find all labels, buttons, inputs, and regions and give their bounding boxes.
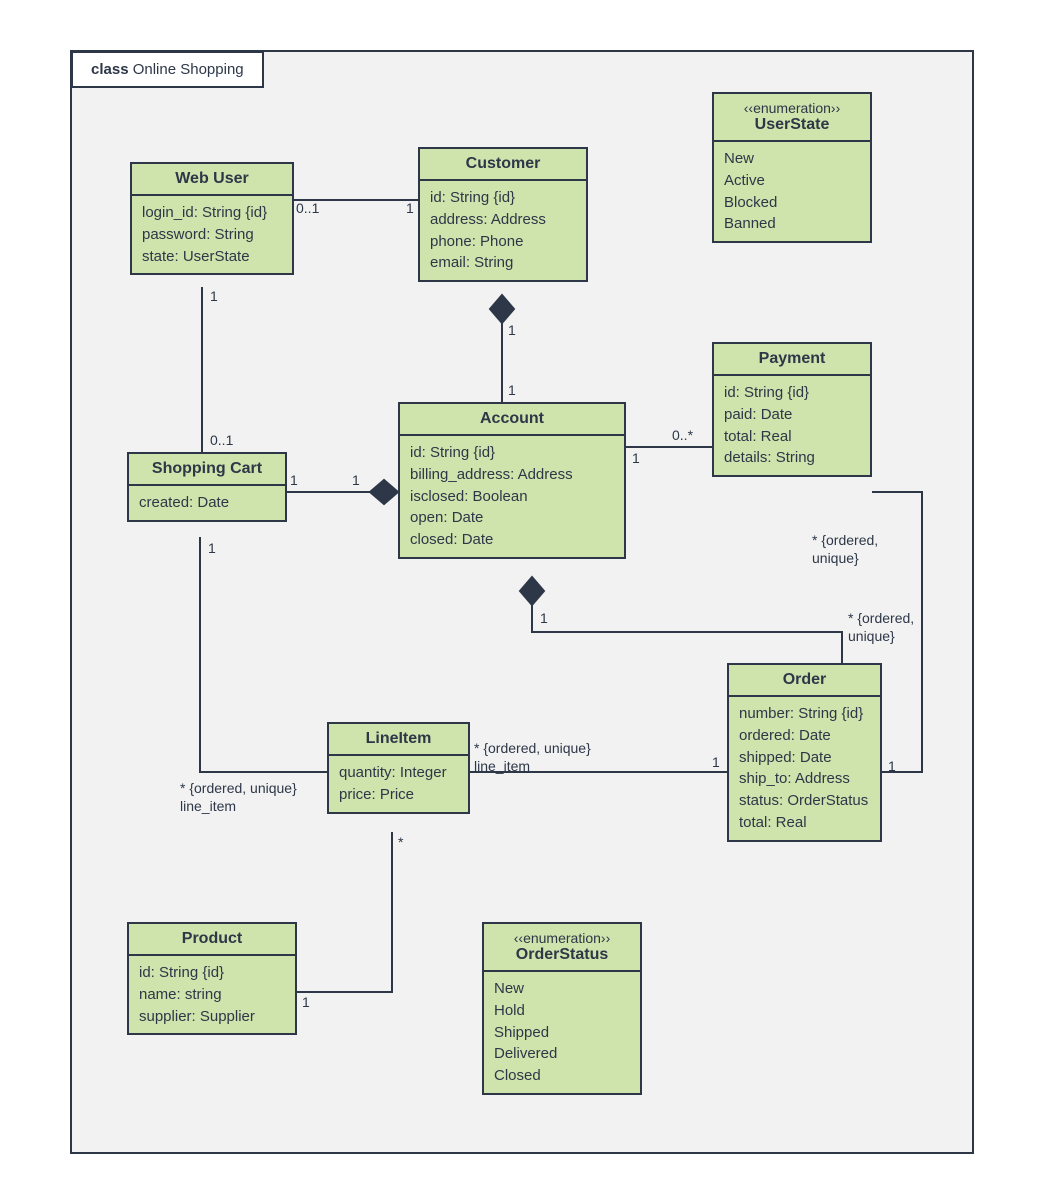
label: 1 xyxy=(540,610,548,628)
class-name: Account xyxy=(480,410,544,427)
class-attrs: login_id: String {id}password: Stringsta… xyxy=(132,196,292,273)
label: * {ordered, unique} line_item xyxy=(474,740,591,775)
class-name: Web User xyxy=(175,170,249,187)
label: 1 xyxy=(210,288,218,306)
class-order: Order number: String {id}ordered: Datesh… xyxy=(727,663,882,842)
class-name: OrderStatus xyxy=(516,946,608,963)
class-userstate: ‹‹enumeration›› UserState NewActiveBlock… xyxy=(712,92,872,243)
label: 0..1 xyxy=(210,432,233,450)
label: 0..* xyxy=(672,427,693,445)
label: * {ordered, unique} line_item xyxy=(180,780,297,815)
class-name: UserState xyxy=(755,116,830,133)
class-name: Order xyxy=(783,671,827,688)
class-attrs: number: String {id}ordered: Dateshipped:… xyxy=(729,697,880,840)
class-attrs: id: String {id}paid: Datetotal: Realdeta… xyxy=(714,376,870,475)
class-attrs: id: String {id}name: stringsupplier: Sup… xyxy=(129,956,295,1033)
frame-title: class Online Shopping xyxy=(71,51,264,88)
label: 1 xyxy=(508,322,516,340)
label: 1 xyxy=(632,450,640,468)
class-attrs: quantity: Integerprice: Price xyxy=(329,756,468,812)
class-lineitem: LineItem quantity: Integerprice: Price xyxy=(327,722,470,814)
label: * {ordered, unique} xyxy=(848,610,914,645)
class-name: LineItem xyxy=(366,730,432,747)
label: 1 xyxy=(352,472,360,490)
label: 1 xyxy=(508,382,516,400)
class-orderstatus: ‹‹enumeration›› OrderStatus NewHoldShipp… xyxy=(482,922,642,1095)
class-attrs: NewHoldShippedDeliveredClosed xyxy=(484,972,640,1093)
label: * {ordered, unique} xyxy=(812,532,878,567)
label: 1 xyxy=(888,758,896,776)
class-name: Shopping Cart xyxy=(152,460,262,477)
class-webuser: Web User login_id: String {id}password: … xyxy=(130,162,294,275)
class-name: Customer xyxy=(466,155,541,172)
class-stereotype: ‹‹enumeration›› xyxy=(724,100,860,116)
label: 0..1 xyxy=(296,200,319,218)
label: 1 xyxy=(712,754,720,772)
diagram-frame: class Online Shopping xyxy=(70,50,974,1154)
class-attrs: NewActiveBlockedBanned xyxy=(714,142,870,241)
class-attrs: created: Date xyxy=(129,486,285,520)
label: 1 xyxy=(290,472,298,490)
class-customer: Customer id: String {id}address: Address… xyxy=(418,147,588,282)
class-name: Payment xyxy=(759,350,826,367)
label: 1 xyxy=(302,994,310,1012)
class-attrs: id: String {id}address: Addressphone: Ph… xyxy=(420,181,586,280)
label: 1 xyxy=(406,200,414,218)
class-name: Product xyxy=(182,930,242,947)
class-product: Product id: String {id}name: stringsuppl… xyxy=(127,922,297,1035)
class-account: Account id: String {id}billing_address: … xyxy=(398,402,626,559)
class-payment: Payment id: String {id}paid: Datetotal: … xyxy=(712,342,872,477)
class-attrs: id: String {id}billing_address: Addressi… xyxy=(400,436,624,557)
label: * xyxy=(398,834,403,852)
class-shoppingcart: Shopping Cart created: Date xyxy=(127,452,287,522)
class-stereotype: ‹‹enumeration›› xyxy=(494,930,630,946)
label: 1 xyxy=(208,540,216,558)
